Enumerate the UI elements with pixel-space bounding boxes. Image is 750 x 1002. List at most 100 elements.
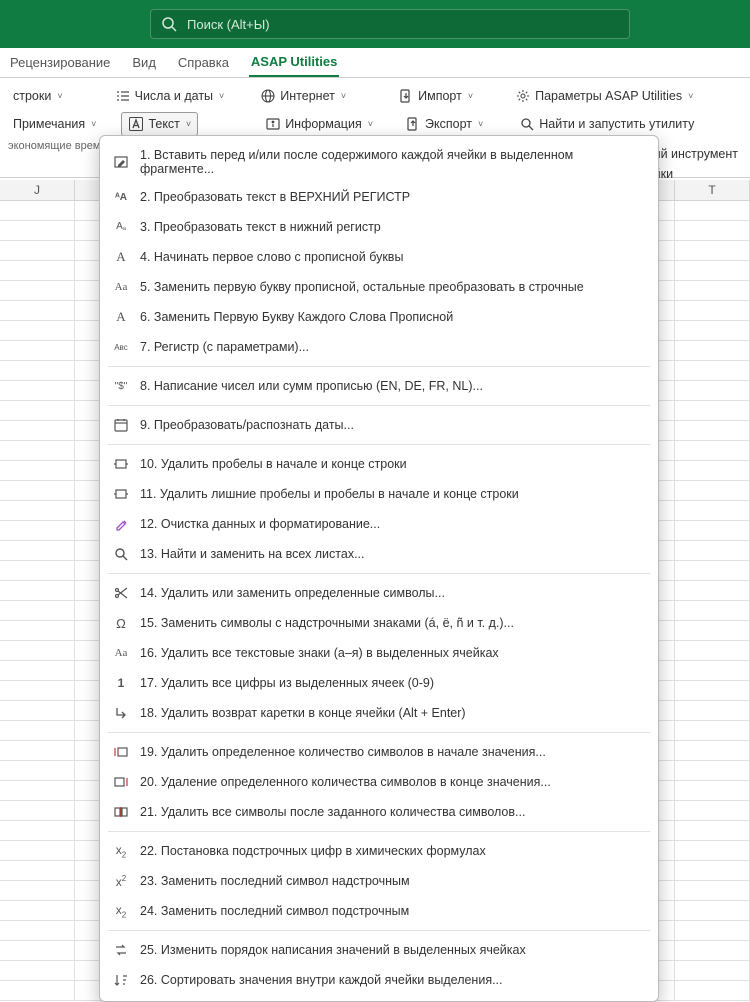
- menu-item-23[interactable]: x223. Заменить последний символ надстроч…: [100, 866, 658, 896]
- cell[interactable]: [675, 741, 750, 760]
- cell[interactable]: [0, 401, 75, 420]
- cell[interactable]: [675, 401, 750, 420]
- cell[interactable]: [0, 521, 75, 540]
- cell[interactable]: [675, 321, 750, 340]
- cell[interactable]: [0, 501, 75, 520]
- cell[interactable]: [0, 721, 75, 740]
- cell[interactable]: [675, 241, 750, 260]
- menu-item-12[interactable]: 12. Очистка данных и форматирование...: [100, 509, 658, 539]
- asap-params-button[interactable]: Параметры ASAP Utilities˅: [508, 84, 700, 108]
- tab-review[interactable]: Рецензирование: [8, 49, 112, 76]
- menu-item-4[interactable]: A4. Начинать первое слово с прописной бу…: [100, 242, 658, 272]
- search-box[interactable]: Поиск (Alt+Ы): [150, 9, 630, 39]
- text-button[interactable]: Текст˅: [121, 112, 198, 136]
- cell[interactable]: [675, 901, 750, 920]
- cell[interactable]: [675, 461, 750, 480]
- cell[interactable]: [675, 861, 750, 880]
- cell[interactable]: [675, 221, 750, 240]
- cell[interactable]: [675, 301, 750, 320]
- notes-button[interactable]: Примечания˅: [6, 113, 103, 135]
- cell[interactable]: [675, 481, 750, 500]
- cell[interactable]: [0, 281, 75, 300]
- cell[interactable]: [675, 381, 750, 400]
- menu-item-21[interactable]: 21. Удалить все символы после заданного …: [100, 797, 658, 827]
- cell[interactable]: [675, 441, 750, 460]
- internet-button[interactable]: Интернет˅: [253, 84, 353, 108]
- column-header[interactable]: J: [0, 180, 75, 200]
- cell[interactable]: [0, 341, 75, 360]
- menu-item-26[interactable]: 26. Сортировать значения внутри каждой я…: [100, 965, 658, 995]
- cell[interactable]: [0, 321, 75, 340]
- cell[interactable]: [0, 361, 75, 380]
- menu-item-1[interactable]: 1. Вставить перед и/или после содержимог…: [100, 142, 658, 182]
- cell[interactable]: [0, 921, 75, 940]
- cell[interactable]: [0, 681, 75, 700]
- cell[interactable]: [675, 281, 750, 300]
- import-button[interactable]: Импорт˅: [391, 84, 480, 108]
- menu-item-3[interactable]: Aᵃ3. Преобразовать текст в нижний регист…: [100, 212, 658, 242]
- menu-item-17[interactable]: 117. Удалить все цифры из выделенных яче…: [100, 668, 658, 698]
- cell[interactable]: [0, 701, 75, 720]
- cell[interactable]: [0, 241, 75, 260]
- cell[interactable]: [0, 301, 75, 320]
- menu-item-15[interactable]: Ω15. Заменить символы с надстрочными зна…: [100, 608, 658, 638]
- information-button[interactable]: Информация˅: [258, 112, 380, 136]
- cell[interactable]: [675, 941, 750, 960]
- cell[interactable]: [0, 221, 75, 240]
- cell[interactable]: [0, 761, 75, 780]
- cell[interactable]: [675, 261, 750, 280]
- cell[interactable]: [0, 881, 75, 900]
- menu-item-20[interactable]: 20. Удаление определенного количества си…: [100, 767, 658, 797]
- cell[interactable]: [0, 481, 75, 500]
- cell[interactable]: [675, 521, 750, 540]
- cell[interactable]: [675, 561, 750, 580]
- rows-button[interactable]: строки˅: [6, 85, 70, 107]
- cell[interactable]: [675, 921, 750, 940]
- cell[interactable]: [0, 981, 75, 1000]
- menu-item-8[interactable]: "$"8. Написание чисел или сумм прописью …: [100, 371, 658, 401]
- cell[interactable]: [0, 421, 75, 440]
- cell[interactable]: [0, 741, 75, 760]
- cell[interactable]: [0, 841, 75, 860]
- cell[interactable]: [0, 861, 75, 880]
- menu-item-7[interactable]: Aʙc7. Регистр (с параметрами)...: [100, 332, 658, 362]
- cell[interactable]: [0, 641, 75, 660]
- cell[interactable]: [0, 801, 75, 820]
- cell[interactable]: [675, 841, 750, 860]
- cell[interactable]: [0, 461, 75, 480]
- export-button[interactable]: Экспорт˅: [398, 112, 490, 136]
- menu-item-24[interactable]: x224. Заменить последний символ подстроч…: [100, 896, 658, 926]
- menu-item-2[interactable]: ᴬA2. Преобразовать текст в ВЕРХНИЙ РЕГИС…: [100, 182, 658, 212]
- cell[interactable]: [0, 441, 75, 460]
- find-run-button[interactable]: Найти и запустить утилиту: [512, 112, 701, 136]
- cell[interactable]: [675, 981, 750, 1000]
- cell[interactable]: [675, 501, 750, 520]
- cell[interactable]: [675, 581, 750, 600]
- cell[interactable]: [675, 361, 750, 380]
- cell[interactable]: [675, 761, 750, 780]
- cell[interactable]: [0, 381, 75, 400]
- cell[interactable]: [675, 801, 750, 820]
- cell[interactable]: [675, 621, 750, 640]
- cell[interactable]: [675, 661, 750, 680]
- menu-item-6[interactable]: A6. Заменить Первую Букву Каждого Слова …: [100, 302, 658, 332]
- menu-item-19[interactable]: 19. Удалить определенное количество симв…: [100, 737, 658, 767]
- cell[interactable]: [0, 901, 75, 920]
- cell[interactable]: [675, 701, 750, 720]
- cell[interactable]: [675, 421, 750, 440]
- cell[interactable]: [0, 621, 75, 640]
- cell[interactable]: [0, 561, 75, 580]
- menu-item-14[interactable]: 14. Удалить или заменить определенные си…: [100, 578, 658, 608]
- menu-item-18[interactable]: 18. Удалить возврат каретки в конце ячей…: [100, 698, 658, 728]
- cell[interactable]: [0, 941, 75, 960]
- cell[interactable]: [675, 821, 750, 840]
- cell[interactable]: [675, 601, 750, 620]
- menu-item-10[interactable]: 10. Удалить пробелы в начале и конце стр…: [100, 449, 658, 479]
- cell[interactable]: [675, 641, 750, 660]
- menu-item-22[interactable]: x222. Постановка подстрочных цифр в хими…: [100, 836, 658, 866]
- cell[interactable]: [675, 681, 750, 700]
- menu-item-16[interactable]: Aa16. Удалить все текстовые знаки (а–я) …: [100, 638, 658, 668]
- cell[interactable]: [675, 201, 750, 220]
- cell[interactable]: [0, 581, 75, 600]
- tab-view[interactable]: Вид: [130, 49, 158, 76]
